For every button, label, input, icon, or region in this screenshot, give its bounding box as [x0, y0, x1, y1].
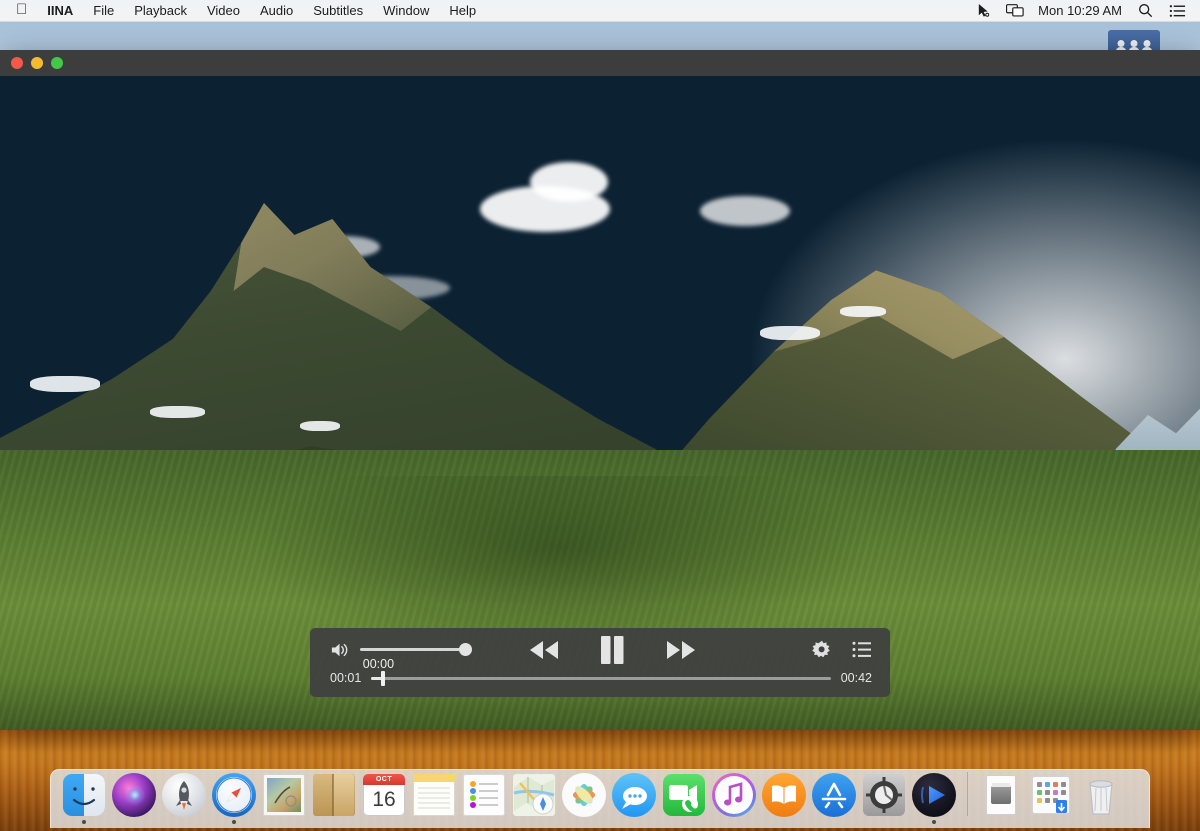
document-icon — [979, 773, 1023, 817]
fast-forward-icon[interactable] — [664, 639, 698, 661]
trash-icon — [1079, 773, 1123, 817]
running-indicator — [932, 820, 936, 824]
dock-separator — [967, 772, 968, 816]
dock-item-mail[interactable] — [259, 772, 309, 824]
elapsed-time-label: 00:01 — [330, 671, 362, 686]
calendar-icon: OCT 16 — [362, 773, 406, 817]
window-title-bar[interactable] — [0, 50, 1200, 76]
dock: OCT 16 — [50, 769, 1150, 828]
siri-icon — [112, 773, 156, 817]
dock-item-trash[interactable] — [1076, 772, 1126, 824]
settings-gear-icon[interactable] — [812, 640, 832, 660]
apple-logo-icon[interactable]:  — [8, 2, 37, 19]
menu-item-playback[interactable]: Playback — [124, 0, 197, 22]
dock-item-system-preferences[interactable] — [859, 772, 909, 824]
menu-item-subtitles[interactable]: Subtitles — [303, 0, 373, 22]
iina-icon — [912, 773, 956, 817]
calendar-month-label: OCT — [363, 774, 405, 785]
screen-mirroring-icon[interactable] — [1006, 3, 1024, 19]
control-bar-right-controls — [812, 640, 872, 660]
close-button[interactable] — [11, 57, 23, 69]
photos-icon — [562, 773, 606, 817]
cloud — [700, 196, 790, 226]
dock-item-downloads-folder[interactable] — [1026, 772, 1076, 824]
volume-track — [360, 648, 470, 652]
dock-item-app-store[interactable] — [809, 772, 859, 824]
minimize-button[interactable] — [31, 57, 43, 69]
downloads-folder-icon — [1029, 773, 1073, 817]
dock-item-itunes[interactable] — [709, 772, 759, 824]
playlist-icon[interactable] — [852, 641, 872, 659]
menu-item-help[interactable]: Help — [439, 0, 486, 22]
dock-item-facetime[interactable] — [659, 772, 709, 824]
dock-item-siri[interactable] — [109, 772, 159, 824]
rewind-icon[interactable] — [527, 639, 561, 661]
facetime-icon — [662, 773, 706, 817]
dock-item-calendar[interactable]: OCT 16 — [359, 772, 409, 824]
menu-item-video[interactable]: Video — [197, 0, 250, 22]
snow-patch — [30, 376, 100, 392]
control-bar-top-row — [330, 634, 872, 665]
list-menu-icon[interactable] — [1168, 3, 1186, 19]
contacts-icon — [312, 773, 356, 817]
snow-patch — [760, 326, 820, 340]
control-bar-bottom-row: 00:01 00:00 00:42 — [330, 657, 872, 689]
dock-item-photos[interactable] — [559, 772, 609, 824]
notes-icon — [412, 773, 456, 817]
dock-item-ibooks[interactable] — [759, 772, 809, 824]
running-indicator — [232, 820, 236, 824]
messages-icon — [612, 773, 656, 817]
snow-patch — [840, 306, 886, 317]
dock-item-contacts[interactable] — [309, 772, 359, 824]
dock-item-finder[interactable] — [59, 772, 109, 824]
system-preferences-icon — [862, 773, 906, 817]
playback-control-bar: 00:01 00:00 00:42 — [310, 628, 890, 697]
snow-patch — [300, 421, 340, 431]
app-store-icon — [812, 773, 856, 817]
launchpad-icon — [162, 773, 206, 817]
reminders-icon — [462, 773, 506, 817]
remaining-time-label: 00:42 — [840, 671, 872, 686]
seek-time-tooltip: 00:00 — [362, 657, 395, 672]
iina-player-window: 00:01 00:00 00:42 — [0, 50, 1200, 730]
pointer-icon[interactable] — [974, 3, 992, 19]
cloud — [530, 162, 608, 202]
snow-patch — [150, 406, 205, 418]
seek-track — [371, 676, 831, 680]
volume-knob[interactable] — [459, 643, 472, 657]
dock-item-maps[interactable] — [509, 772, 559, 824]
pause-icon[interactable] — [599, 635, 626, 665]
dock-item-document[interactable] — [976, 772, 1026, 824]
seek-handle[interactable] — [380, 670, 385, 686]
menu-item-audio[interactable]: Audio — [250, 0, 303, 22]
menu-item-window[interactable]: Window — [373, 0, 439, 22]
search-icon[interactable] — [1136, 3, 1154, 19]
dock-item-reminders[interactable] — [459, 772, 509, 824]
transport-controls — [527, 635, 698, 665]
maps-icon — [512, 773, 556, 817]
dock-item-safari[interactable] — [209, 772, 259, 824]
menu-bar-clock[interactable]: Mon 10:29 AM — [1038, 3, 1122, 18]
dock-item-notes[interactable] — [409, 772, 459, 824]
mail-icon — [262, 773, 306, 817]
safari-icon — [212, 773, 256, 817]
itunes-icon — [712, 773, 756, 817]
zoom-button[interactable] — [51, 57, 63, 69]
calendar-day-label: 16 — [372, 788, 396, 811]
dock-item-iina[interactable] — [909, 772, 959, 824]
ibooks-icon — [762, 773, 806, 817]
seek-slider[interactable]: 00:00 — [363, 657, 831, 687]
menu-item-iina[interactable]: IINA — [37, 0, 83, 22]
video-surface[interactable]: 00:01 00:00 00:42 — [0, 76, 1200, 730]
menu-bar:  IINA File Playback Video Audio Subtitl… — [0, 0, 1200, 22]
dock-item-launchpad[interactable] — [159, 772, 209, 824]
volume-high-icon[interactable] — [330, 640, 352, 660]
menu-item-file[interactable]: File — [83, 0, 124, 22]
finder-icon — [62, 773, 106, 817]
dock-item-messages[interactable] — [609, 772, 659, 824]
running-indicator — [82, 820, 86, 824]
menu-bar-status-area: Mon 10:29 AM — [974, 3, 1192, 19]
